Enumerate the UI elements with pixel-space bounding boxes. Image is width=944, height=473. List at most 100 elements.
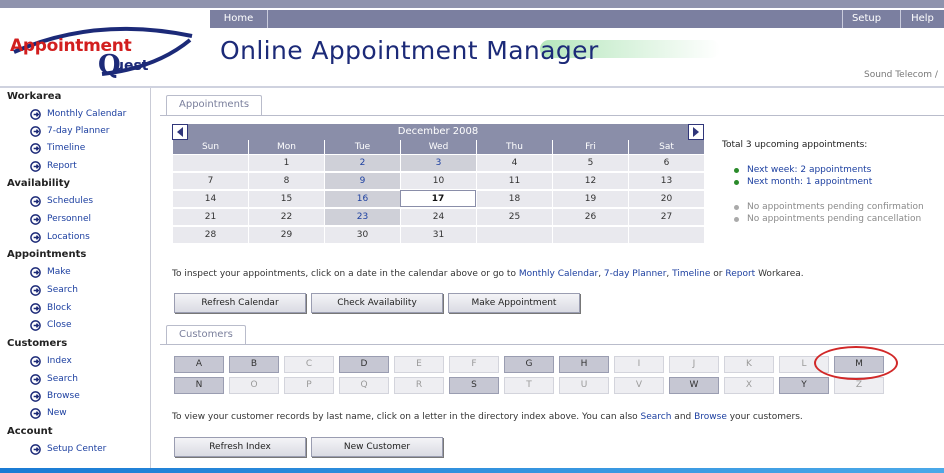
letter-f-button[interactable]: F — [449, 356, 499, 373]
calendar-day[interactable]: 26 — [552, 208, 628, 225]
calendar-day[interactable]: 13 — [628, 172, 704, 189]
tab-appointments[interactable]: Appointments — [166, 95, 263, 115]
upcoming-total: Total 3 upcoming appointments: — [722, 140, 868, 150]
calendar-day[interactable]: 10 — [400, 172, 476, 189]
calendar-day[interactable]: 18 — [476, 190, 552, 207]
sidebar-item-search-customers[interactable]: Search — [30, 372, 78, 386]
letter-u-button[interactable]: U — [559, 377, 609, 394]
letter-p-button[interactable]: P — [284, 377, 334, 394]
sidebar-item-monthly-calendar[interactable]: Monthly Calendar — [30, 107, 126, 121]
letter-w-button[interactable]: W — [669, 377, 719, 394]
calendar-prev-button[interactable] — [172, 124, 188, 140]
sidebar-item-make[interactable]: Make — [30, 265, 71, 279]
calendar-day[interactable]: 9 — [324, 172, 400, 189]
calendar-day[interactable]: 6 — [628, 154, 704, 171]
nav-home-button[interactable]: Home — [210, 10, 268, 28]
sidebar-item-timeline[interactable]: Timeline — [30, 141, 85, 155]
letter-j-button[interactable]: J — [669, 356, 719, 373]
sidebar-item-locations[interactable]: Locations — [30, 230, 90, 244]
check-availability-button[interactable]: Check Availability — [311, 293, 443, 313]
letter-s-button[interactable]: S — [449, 377, 499, 394]
calendar-day[interactable]: 12 — [552, 172, 628, 189]
calendar-day[interactable]: 23 — [324, 208, 400, 225]
nav-help-button[interactable]: Help — [900, 10, 944, 28]
letter-i-button[interactable]: I — [614, 356, 664, 373]
letter-g-button[interactable]: G — [504, 356, 554, 373]
calendar-day[interactable]: 4 — [476, 154, 552, 171]
new-customer-button[interactable]: New Customer — [311, 437, 443, 457]
calendar-day[interactable]: 25 — [476, 208, 552, 225]
calendar-day[interactable]: 3 — [400, 154, 476, 171]
link-report[interactable]: Report — [725, 269, 755, 279]
view-and: and — [671, 412, 695, 422]
calendar-day[interactable]: 31 — [400, 226, 476, 243]
calendar-day[interactable]: 16 — [324, 190, 400, 207]
letter-k-button[interactable]: K — [724, 356, 774, 373]
letter-x-button[interactable]: X — [724, 377, 774, 394]
calendar-day-today[interactable]: 17 — [400, 190, 476, 207]
sidebar-item-index[interactable]: Index — [30, 354, 72, 368]
top-strip — [0, 0, 944, 8]
letter-y-button[interactable]: Y — [779, 377, 829, 394]
letter-t-button[interactable]: T — [504, 377, 554, 394]
calendar-next-button[interactable] — [688, 124, 704, 140]
sidebar-item-new[interactable]: New — [30, 406, 67, 420]
calendar-day[interactable]: 7 — [172, 172, 248, 189]
letter-q-button[interactable]: Q — [339, 377, 389, 394]
pending-confirmation-label: No appointments pending confirmation — [747, 202, 924, 212]
calendar-day[interactable]: 19 — [552, 190, 628, 207]
sidebar-item-search-appointments[interactable]: Search — [30, 283, 78, 297]
calendar-empty-cell — [476, 226, 552, 243]
calendar-day[interactable]: 5 — [552, 154, 628, 171]
sidebar-item-setup-center[interactable]: Setup Center — [30, 442, 106, 456]
link-timeline[interactable]: Timeline — [672, 269, 710, 279]
letter-r-button[interactable]: R — [394, 377, 444, 394]
letter-h-button[interactable]: H — [559, 356, 609, 373]
calendar-day[interactable]: 11 — [476, 172, 552, 189]
link-7-day-planner[interactable]: 7-day Planner — [604, 269, 666, 279]
calendar-day[interactable]: 21 — [172, 208, 248, 225]
calendar-day[interactable]: 20 — [628, 190, 704, 207]
letter-e-button[interactable]: E — [394, 356, 444, 373]
calendar-day[interactable]: 2 — [324, 154, 400, 171]
letter-d-button[interactable]: D — [339, 356, 389, 373]
letter-o-button[interactable]: O — [229, 377, 279, 394]
nav-setup-button[interactable]: Setup — [842, 10, 890, 28]
sidebar-item-personnel[interactable]: Personnel — [30, 212, 91, 226]
link-monthly-calendar[interactable]: Monthly Calendar — [519, 269, 598, 279]
letter-b-button[interactable]: B — [229, 356, 279, 373]
calendar-day[interactable]: 14 — [172, 190, 248, 207]
calendar-day[interactable]: 8 — [248, 172, 324, 189]
upcoming-next-week-link[interactable]: Next week: 2 appointments — [722, 164, 944, 176]
letter-c-button[interactable]: C — [284, 356, 334, 373]
sidebar-item-7-day-planner[interactable]: 7-day Planner — [30, 124, 109, 138]
calendar-day[interactable]: 29 — [248, 226, 324, 243]
app-logo[interactable]: Q Appointment uest — [6, 22, 196, 82]
calendar-day[interactable]: 22 — [248, 208, 324, 225]
sidebar-item-block[interactable]: Block — [30, 301, 71, 315]
letter-a-button[interactable]: A — [174, 356, 224, 373]
calendar-day[interactable]: 24 — [400, 208, 476, 225]
calendar-day[interactable]: 1 — [248, 154, 324, 171]
upcoming-next-week-label: Next week: 2 appointments — [747, 165, 872, 175]
sidebar-item-schedules[interactable]: Schedules — [30, 194, 93, 208]
sidebar-item-browse[interactable]: Browse — [30, 389, 80, 403]
refresh-index-button[interactable]: Refresh Index — [174, 437, 306, 457]
sidebar-item-label: Locations — [47, 232, 90, 242]
link-browse[interactable]: Browse — [694, 412, 727, 422]
link-search[interactable]: Search — [641, 412, 672, 422]
calendar-day[interactable]: 27 — [628, 208, 704, 225]
weekday-header: Sat — [628, 140, 704, 154]
calendar-day[interactable]: 28 — [172, 226, 248, 243]
upcoming-next-month-link[interactable]: Next month: 1 appointment — [722, 176, 944, 188]
sidebar-item-close[interactable]: Close — [30, 318, 72, 332]
letter-n-button[interactable]: N — [174, 377, 224, 394]
make-appointment-button[interactable]: Make Appointment — [448, 293, 580, 313]
refresh-calendar-button[interactable]: Refresh Calendar — [174, 293, 306, 313]
main-content: Appointments December 2008 Sun Mon Tue Wed T… — [160, 88, 944, 473]
tab-customers[interactable]: Customers — [166, 325, 246, 345]
letter-v-button[interactable]: V — [614, 377, 664, 394]
sidebar-item-report[interactable]: Report — [30, 159, 77, 173]
calendar-day[interactable]: 30 — [324, 226, 400, 243]
calendar-day[interactable]: 15 — [248, 190, 324, 207]
